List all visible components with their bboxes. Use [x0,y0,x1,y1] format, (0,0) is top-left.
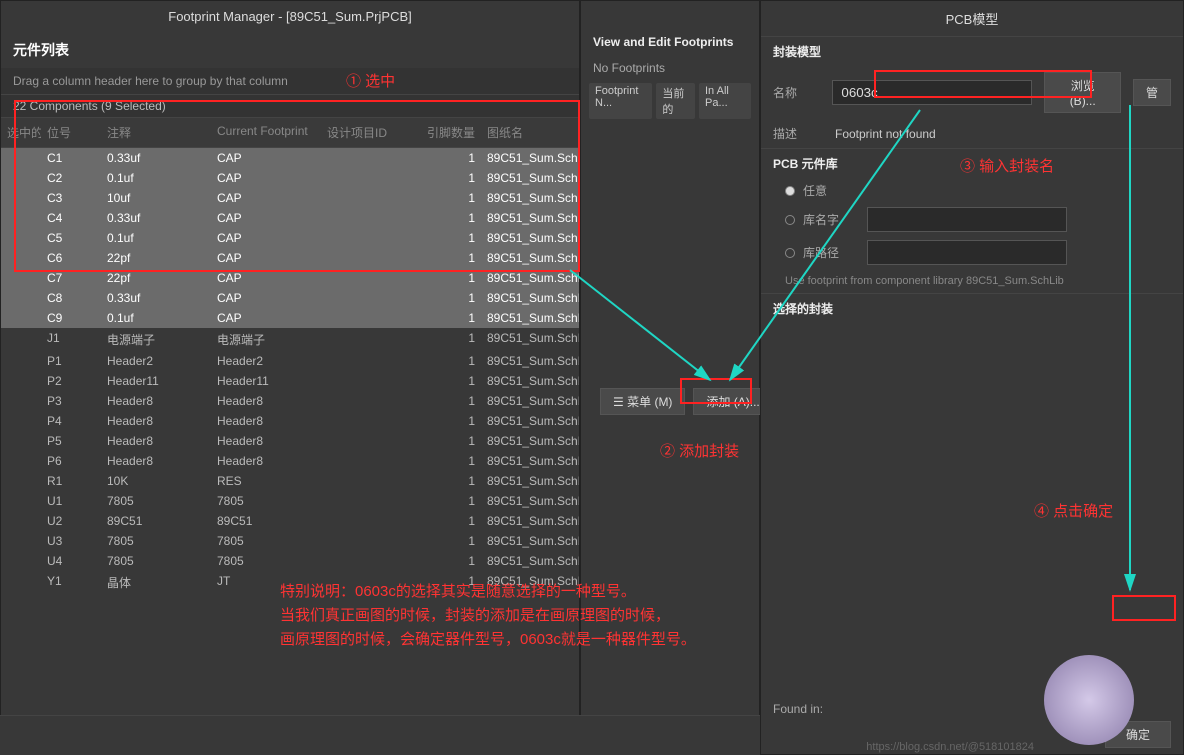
table-row[interactable]: Y1晶体JT189C51_Sum.SchDoc [1,571,579,594]
component-list-panel: Footprint Manager - [89C51_Sum.PrjPCB] 元… [0,0,580,755]
table-row[interactable]: J1电源端子电源端子189C51_Sum.SchDoc [1,328,579,351]
manage-button[interactable]: 管 [1133,79,1171,106]
pcb-model-panel: PCB模型 封装模型 名称 浏览 (B)... 管 描述 Footprint n… [760,0,1184,755]
filter-current[interactable]: 当前的 [656,83,695,119]
table-row[interactable]: C40.33ufCAP189C51_Sum.SchDoc [1,208,579,228]
component-table: 选中的 位号 注释 Current Footprint 设计项目ID 引脚数量 … [1,118,579,754]
radio-any[interactable]: 任意 [761,178,1183,203]
list-icon: ☰ [613,395,624,409]
desc-value: Footprint not found [835,127,936,141]
right-title: PCB模型 [761,1,1183,36]
table-row[interactable]: U178057805189C51_Sum.SchDoc [1,491,579,511]
table-row[interactable]: C50.1ufCAP189C51_Sum.SchDoc [1,228,579,248]
table-header[interactable]: 选中的 位号 注释 Current Footprint 设计项目ID 引脚数量 … [1,118,579,148]
mid-title: View and Edit Footprints [581,27,759,57]
col-design-id[interactable]: 设计项目ID [321,122,421,143]
table-row[interactable]: C20.1ufCAP189C51_Sum.SchDoc [1,168,579,188]
section-lib: PCB 元件库 [761,148,1183,178]
col-footprint[interactable]: Current Footprint [211,122,321,143]
watermark: https://blog.csdn.net/@518101824 [866,741,1034,753]
table-row[interactable]: U478057805189C51_Sum.SchDoc [1,551,579,571]
table-row[interactable]: P5Header8Header8189C51_Sum.SchDoc [1,431,579,451]
name-input[interactable] [832,80,1032,105]
table-row[interactable]: P1Header2Header2189C51_Sum.SchDoc [1,351,579,371]
table-row[interactable]: C622pfCAP189C51_Sum.SchDoc [1,248,579,268]
libname-input[interactable] [867,207,1067,232]
col-count[interactable]: 引脚数量 [421,122,481,143]
table-row[interactable]: C80.33ufCAP189C51_Sum.SchDoc [1,288,579,308]
col-designator[interactable]: 位号 [41,122,101,143]
table-row[interactable]: C10.33ufCAP189C51_Sum.SchDoc [1,148,579,168]
table-row[interactable]: R110KRES189C51_Sum.SchDoc [1,471,579,491]
radio-icon [785,186,795,196]
filter-allparts[interactable]: In All Pa... [699,83,751,119]
filter-name[interactable]: Footprint N... [589,83,652,119]
table-row[interactable]: P3Header8Header8189C51_Sum.SchDoc [1,391,579,411]
radio-libpath[interactable]: 库路径 [761,236,1183,269]
table-row[interactable]: P2Header11Header11189C51_Sum.SchDoc [1,371,579,391]
filter-row: Footprint N... 当前的 In All Pa... [581,79,759,123]
radio-icon [785,248,795,258]
lib-hint: Use footprint from component library 89C… [761,269,1183,293]
selection-status: 22 Components (9 Selected) [1,95,579,118]
radio-icon [785,215,795,225]
group-hint[interactable]: Drag a column header here to group by th… [1,68,579,95]
section-model: 封装模型 [761,36,1183,66]
desc-label: 描述 [773,125,823,142]
name-label: 名称 [773,84,820,101]
browse-button[interactable]: 浏览 (B)... [1044,72,1121,113]
table-body[interactable]: C10.33ufCAP189C51_Sum.SchDocC20.1ufCAP18… [1,148,579,594]
table-row[interactable]: C90.1ufCAP189C51_Sum.SchDoc [1,308,579,328]
menu-button[interactable]: ☰ 菜单 (M) [600,388,685,415]
avatar-image [1044,655,1134,745]
libpath-input[interactable] [867,240,1067,265]
view-edit-panel: View and Edit Footprints No Footprints F… [580,0,760,755]
no-footprints: No Footprints [581,57,759,79]
col-sheet[interactable]: 图纸名 [481,122,579,143]
panel-header: 元件列表 [1,32,579,68]
table-row[interactable]: P4Header8Header8189C51_Sum.SchDoc [1,411,579,431]
section-selected: 选择的封装 [761,293,1183,323]
table-row[interactable]: C722pfCAP189C51_Sum.SchDoc [1,268,579,288]
table-row[interactable]: P6Header8Header8189C51_Sum.SchDoc [1,451,579,471]
window-title: Footprint Manager - [89C51_Sum.PrjPCB] [1,1,579,32]
table-row[interactable]: C310ufCAP189C51_Sum.SchDoc [1,188,579,208]
radio-libname[interactable]: 库名字 [761,203,1183,236]
table-row[interactable]: U378057805189C51_Sum.SchDoc [1,531,579,551]
table-row[interactable]: U289C5189C51189C51_Sum.SchDoc [1,511,579,531]
col-comment[interactable]: 注释 [101,122,211,143]
col-selected[interactable]: 选中的 [1,122,41,143]
